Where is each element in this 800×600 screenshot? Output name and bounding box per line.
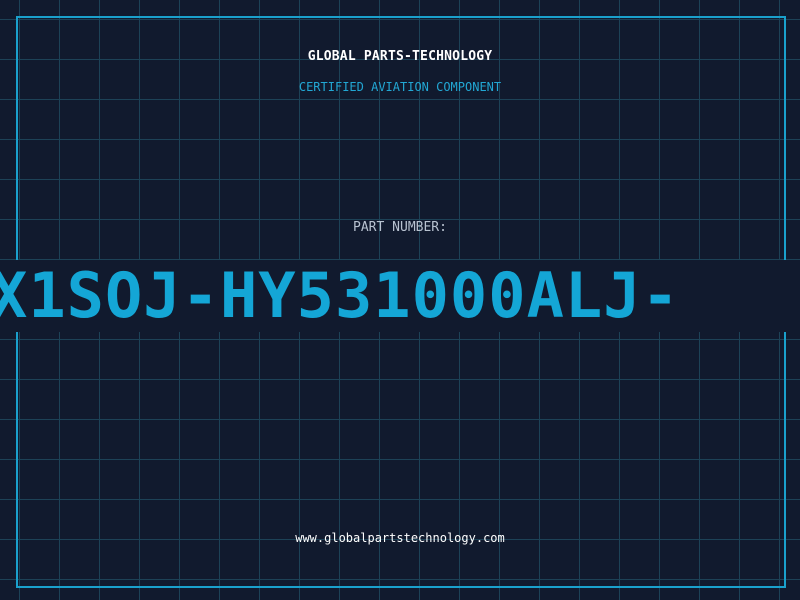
company-name: GLOBAL PARTS-TECHNOLOGY [307,49,493,64]
website-url: www.globalpartstechnology.com [295,531,505,545]
part-number-band: X1SOJ-HY531000ALJ- [0,260,800,332]
part-number-label: PART NUMBER: [353,220,447,235]
part-number-value: X1SOJ-HY531000ALJ- [0,260,680,332]
certification-tagline: CERTIFIED AVIATION COMPONENT [298,80,502,94]
